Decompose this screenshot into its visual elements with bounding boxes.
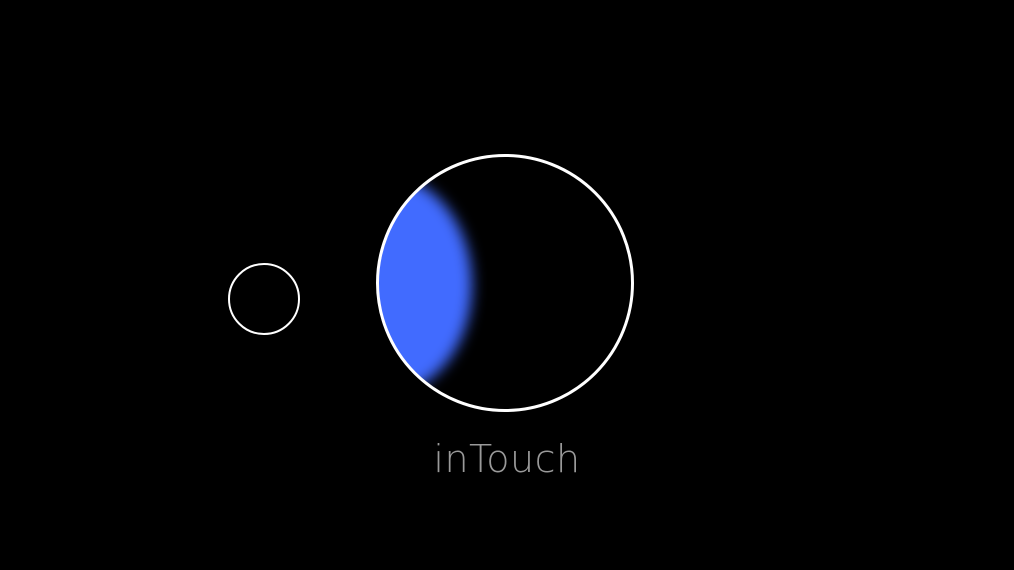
small-circle-icon[interactable]	[228, 263, 300, 335]
orb-fill	[377, 175, 472, 395]
splash-screen: inTouch	[0, 0, 1014, 570]
orb-icon[interactable]	[377, 155, 633, 411]
app-title: inTouch	[433, 437, 581, 481]
